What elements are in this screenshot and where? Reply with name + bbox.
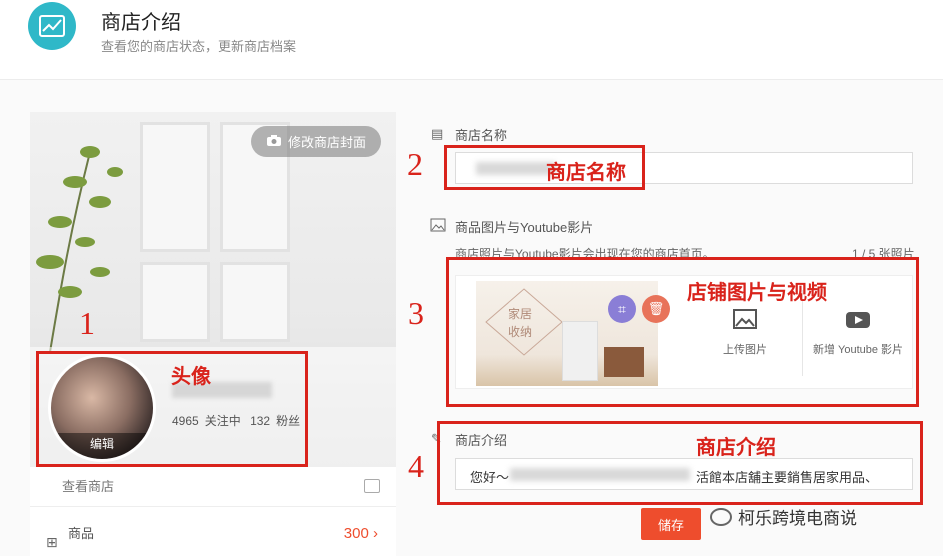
annotation-box-3 [446, 257, 919, 407]
media-label: 商品图片与Youtube影片 [455, 220, 594, 235]
watermark-text: 柯乐跨境电商说 [738, 509, 857, 528]
image-icon [430, 218, 446, 235]
products-count: 300 › [343, 525, 378, 542]
edit-cover-button[interactable]: 修改商店封面 [251, 126, 381, 157]
products-row[interactable]: ⊞ 商品 300 › [30, 518, 396, 556]
edit-cover-label: 修改商店封面 [287, 135, 366, 150]
products-label: 商品 [68, 526, 95, 541]
shop-name-label: 商店名称 [455, 128, 508, 143]
view-shop-label: 查看商店 [62, 479, 115, 494]
annotation-label-4: 商店介绍 [696, 437, 776, 459]
gift-icon: ⊞ [46, 534, 58, 550]
camera-icon [266, 134, 282, 150]
annotation-number-3: 3 [408, 295, 424, 331]
watermark: 柯乐跨境电商说 [710, 504, 857, 529]
desktop-icon [364, 479, 380, 493]
page-subtitle: 查看您的商店状态，更新商店档案 [101, 39, 297, 54]
wechat-icon [710, 507, 732, 526]
annotation-number-1: 1 [79, 305, 95, 341]
annotation-label-1: 头像 [171, 366, 211, 388]
store-icon: ▤ [431, 126, 444, 141]
annotation-label-3: 店铺图片与视频 [687, 282, 827, 304]
view-shop-link[interactable]: 查看商店 [30, 467, 396, 507]
page-title: 商店介绍 [101, 12, 181, 34]
annotation-box-4 [437, 421, 923, 505]
annotation-number-4: 4 [408, 448, 424, 484]
page-header: 商店介绍 查看您的商店状态，更新商店档案 [0, 0, 943, 80]
annotation-label-2: 商店名称 [546, 162, 626, 184]
shop-intro-icon [28, 2, 76, 50]
annotation-number-2: 2 [407, 146, 423, 182]
save-button[interactable]: 储存 [641, 508, 701, 540]
